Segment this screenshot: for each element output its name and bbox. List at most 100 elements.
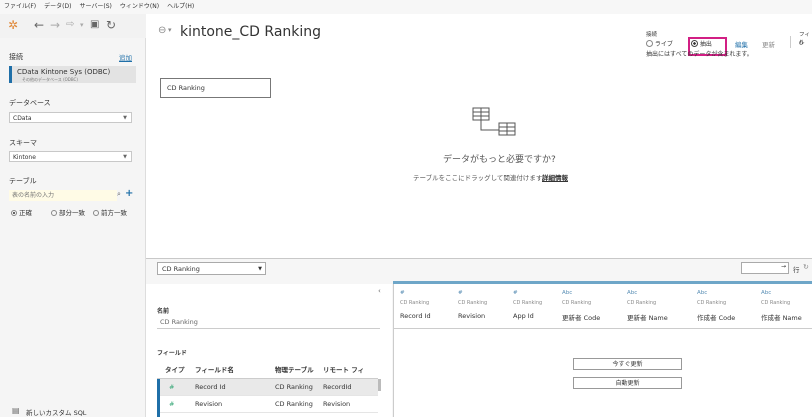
column-name: Record Id <box>400 312 431 320</box>
need-more-data: データがもっと必要ですか? <box>443 155 556 165</box>
column-header[interactable]: Abc CD Ranking 作成者 Code <box>691 284 756 329</box>
forward-icon[interactable]: → <box>50 18 60 32</box>
column-name: 更新者 Code <box>562 314 601 322</box>
column-header[interactable]: Abc CD Ranking 作成者 Name <box>755 284 812 329</box>
match-exact-label: 正確 <box>19 209 32 217</box>
radio-icon <box>646 40 653 47</box>
column-source: CD Ranking <box>513 300 543 306</box>
field-name[interactable]: Record Id <box>195 379 226 395</box>
refresh-icon[interactable]: ↻ <box>106 18 116 32</box>
menu-window[interactable]: ウィンドウ(N) <box>116 0 163 14</box>
type-string-icon: Abc <box>562 290 573 296</box>
field-name[interactable]: Revision <box>195 396 222 412</box>
filter-count[interactable]: 0 <box>799 39 803 47</box>
match-exact[interactable]: 正確 <box>11 207 32 217</box>
match-partial-label: 部分一致 <box>59 209 85 217</box>
dropdown-arrow-icon[interactable]: ▾ <box>80 18 84 32</box>
live-label: ライブ <box>654 41 673 48</box>
connections-title: 接続 <box>9 53 23 61</box>
column-header[interactable]: # CD Ranking Record Id <box>394 284 453 329</box>
extract-label: 抽出 <box>699 41 712 48</box>
menu-file[interactable]: ファイル(F) <box>0 0 40 14</box>
match-partial[interactable]: 部分一致 <box>51 207 85 217</box>
tableau-logo-icon[interactable]: ✲ <box>8 18 18 32</box>
connection-item[interactable]: CData Kintone Sys (ODBC) その他のデータベース (ODB… <box>9 66 136 83</box>
column-source: CD Ranking <box>458 300 488 306</box>
remote-field: RecordId <box>323 383 352 391</box>
drag-hint: テーブルをここにドラッグして関連付けます。 <box>413 174 549 182</box>
menu-data[interactable]: データ(D) <box>40 0 75 14</box>
details-link[interactable]: 詳細情報 <box>542 172 568 182</box>
add-connection-link[interactable]: 追加 <box>119 52 132 62</box>
edit-link[interactable]: 編集 <box>735 39 748 49</box>
header-physical-table[interactable]: 物理テーブル <box>275 362 314 378</box>
type-string-icon: Abc <box>697 290 708 296</box>
remote-field: Revision <box>323 400 351 408</box>
database-title: データベース <box>9 99 51 107</box>
menu-server[interactable]: サーバー(S) <box>75 0 115 14</box>
type-number-icon: # <box>458 290 463 296</box>
radio-icon <box>51 210 57 216</box>
auto-update-button[interactable]: 自動更新 <box>573 377 682 389</box>
header-field-name[interactable]: フィールド名 <box>195 362 234 378</box>
column-name: 更新者 Name <box>627 314 668 322</box>
table-search-input[interactable] <box>9 190 117 201</box>
column-source: CD Ranking <box>761 300 791 306</box>
search-icon[interactable]: ⌕ <box>117 190 121 199</box>
table-select-value: CD Ranking <box>162 265 200 273</box>
add-icon[interactable]: + <box>125 188 133 199</box>
collapse-icon[interactable]: ‹ <box>378 287 381 295</box>
back-icon[interactable]: ← <box>34 18 44 32</box>
fields-header-row: タイプ フィールド名 物理テーブル リモート フィー... <box>157 362 378 390</box>
update-now-button[interactable]: 今すぐ更新 <box>573 358 682 370</box>
type-number-icon: # <box>400 290 405 296</box>
column-name: 作成者 Code <box>697 314 736 322</box>
meta-name-label: 名前 <box>157 308 170 315</box>
type-number-icon[interactable]: # <box>169 379 174 395</box>
rows-input[interactable]: → <box>741 262 789 274</box>
type-string-icon: Abc <box>761 290 772 296</box>
match-prefix[interactable]: 前方一致 <box>93 207 127 217</box>
column-header[interactable]: # CD Ranking App Id <box>507 284 557 329</box>
column-name: App Id <box>513 312 534 320</box>
radio-selected-icon <box>11 210 17 216</box>
menu-help[interactable]: ヘルプ(H) <box>163 0 198 14</box>
column-source: CD Ranking <box>697 300 727 306</box>
type-number-icon: # <box>513 290 518 296</box>
save-icon[interactable]: ▣ <box>90 18 99 32</box>
scrollbar[interactable] <box>378 379 381 391</box>
type-string-icon: Abc <box>627 290 638 296</box>
live-option[interactable]: ライブ <box>646 39 673 48</box>
divider <box>157 328 380 329</box>
connection-label: 接続 <box>646 32 658 38</box>
left-panel <box>0 38 146 417</box>
database-value: CData <box>13 115 32 122</box>
schema-title: スキーマ <box>9 139 37 147</box>
meta-name-value[interactable]: CD Ranking <box>160 318 198 326</box>
table-select[interactable]: CD Ranking ▼ <box>157 262 266 275</box>
data-source-icon[interactable]: ⇨ <box>66 18 74 32</box>
column-source: CD Ranking <box>400 300 430 306</box>
column-header[interactable]: Abc CD Ranking 更新者 Code <box>556 284 622 329</box>
new-custom-sql[interactable]: 新しいカスタム SQL <box>26 407 86 417</box>
type-number-icon[interactable]: # <box>169 396 174 412</box>
datasource-title[interactable]: kintone_CD Ranking <box>180 24 321 40</box>
column-header[interactable]: Abc CD Ranking 更新者 Name <box>621 284 692 329</box>
column-header[interactable]: # CD Ranking Revision <box>452 284 508 329</box>
schema-select[interactable]: Kintone ▼ <box>9 151 132 162</box>
fields-label: フィールド <box>157 350 187 357</box>
header-type[interactable]: タイプ <box>165 362 185 378</box>
chevron-down-icon[interactable]: ▾ <box>168 26 172 34</box>
selection-bar <box>157 379 160 417</box>
refresh-link[interactable]: 更新 <box>762 39 775 49</box>
column-name: Revision <box>458 312 486 320</box>
table-row[interactable]: # Revision CD Ranking Revision <box>157 396 378 413</box>
table-box[interactable]: CD Ranking <box>160 78 271 98</box>
extract-option[interactable]: 抽出 <box>691 39 712 48</box>
database-select[interactable]: CData ▼ <box>9 112 132 123</box>
table-row[interactable]: # Record Id CD Ranking RecordId <box>157 379 378 396</box>
divider <box>790 36 791 48</box>
refresh-icon[interactable]: ↻ <box>803 263 809 271</box>
column-source: CD Ranking <box>627 300 657 306</box>
column-name: 作成者 Name <box>761 314 802 322</box>
